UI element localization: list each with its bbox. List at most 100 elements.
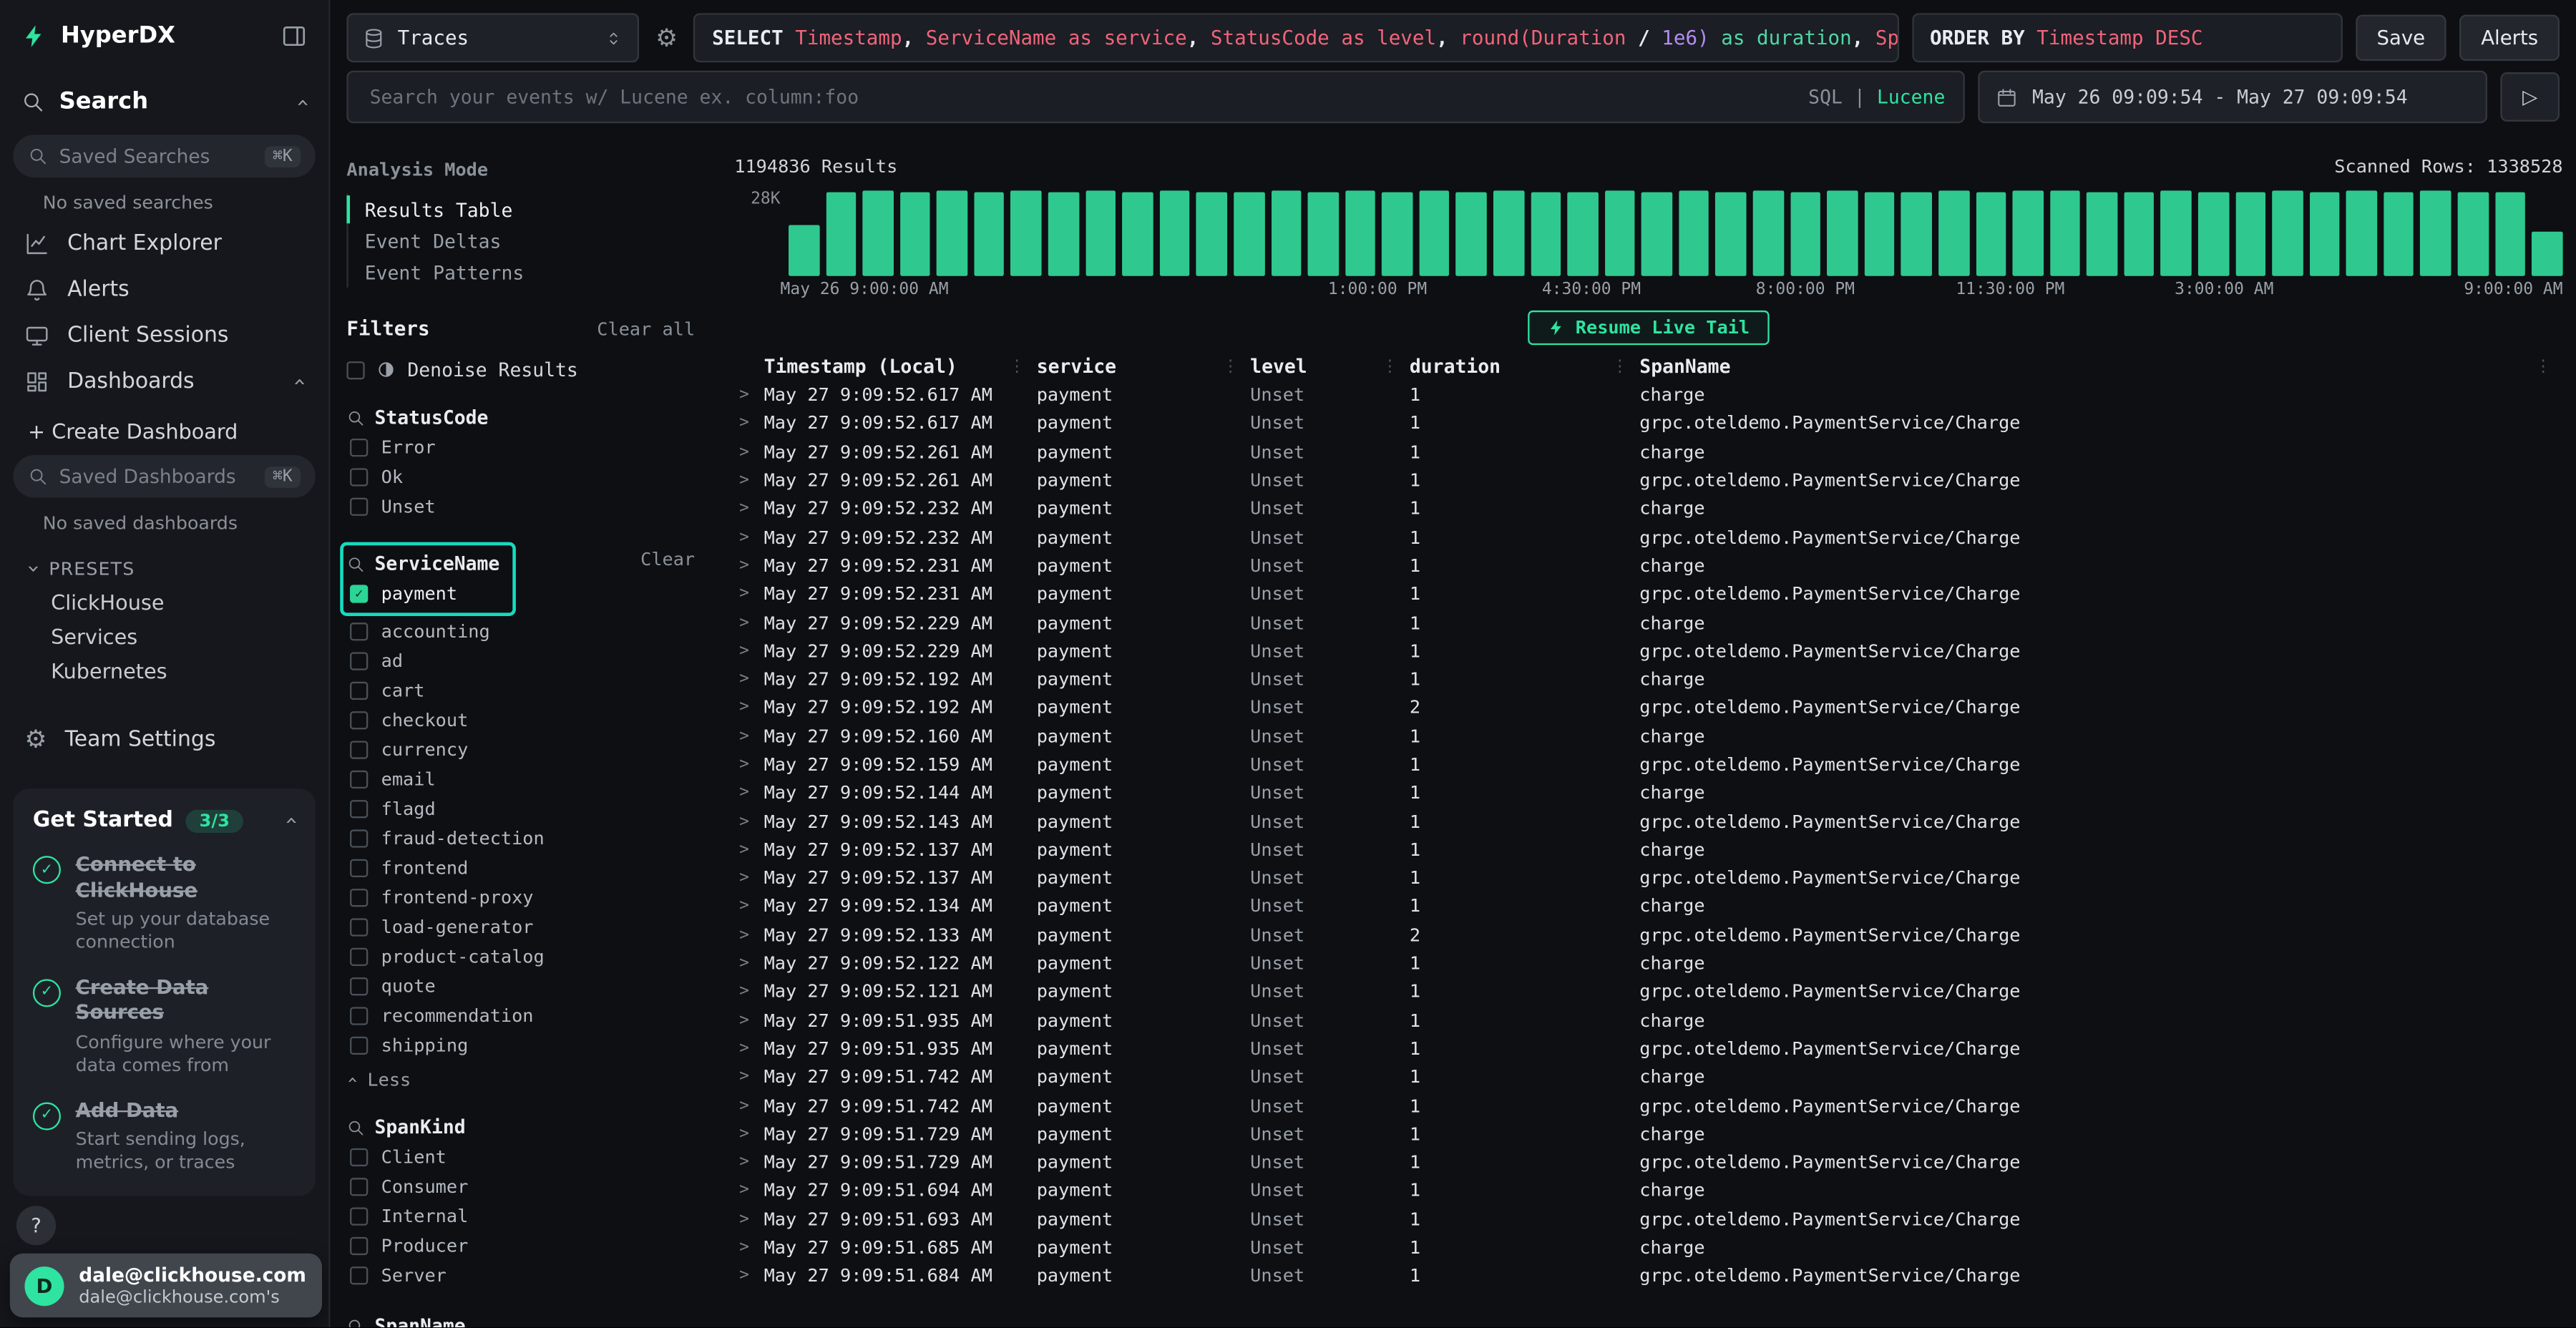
histogram-bar[interactable] xyxy=(2346,191,2377,276)
table-row[interactable]: >May 27 9:09:51.742 AMpaymentUnset1charg… xyxy=(734,1063,2562,1092)
table-row[interactable]: >May 27 9:09:52.231 AMpaymentUnset1grpc.… xyxy=(734,580,2562,609)
collapse-sidebar-icon[interactable] xyxy=(281,23,308,49)
histogram-bar[interactable] xyxy=(1011,191,1042,276)
table-row[interactable]: >May 27 9:09:51.685 AMpaymentUnset1charg… xyxy=(734,1234,2562,1262)
row-expander-icon[interactable]: > xyxy=(734,1153,763,1171)
table-row[interactable]: >May 27 9:09:52.134 AMpaymentUnset1charg… xyxy=(734,892,2562,921)
row-expander-icon[interactable]: > xyxy=(734,784,763,802)
histogram-bar[interactable] xyxy=(826,192,857,276)
histogram-bar[interactable] xyxy=(1568,192,1599,275)
sidebar-item-dashboards[interactable]: Dashboards› xyxy=(0,358,328,404)
row-expander-icon[interactable]: > xyxy=(734,1211,763,1229)
table-row[interactable]: >May 27 9:09:52.192 AMpaymentUnset2grpc.… xyxy=(734,693,2562,722)
saved-dashboards-input[interactable]: Saved Dashboards ⌘K xyxy=(13,455,315,498)
histogram-bar[interactable] xyxy=(2384,192,2414,275)
histogram-bar[interactable] xyxy=(1938,191,1969,276)
table-row[interactable]: >May 27 9:09:51.729 AMpaymentUnset1charg… xyxy=(734,1120,2562,1148)
histogram-bar[interactable] xyxy=(2013,191,2044,276)
histogram-bar[interactable] xyxy=(789,225,819,275)
histogram-bar[interactable] xyxy=(1827,190,1858,275)
row-expander-icon[interactable]: > xyxy=(734,585,763,603)
search-input[interactable] xyxy=(366,84,1795,110)
row-expander-icon[interactable]: > xyxy=(734,1012,763,1030)
date-range-picker[interactable]: May 26 09:09:54 - May 27 09:09:54 xyxy=(1978,71,2487,123)
table-row[interactable]: >May 27 9:09:52.229 AMpaymentUnset1charg… xyxy=(734,608,2562,637)
histogram-bar[interactable] xyxy=(1604,190,1635,275)
column-header-timestamp-local-[interactable]: Timestamp (Local)⋮ xyxy=(764,351,1037,381)
facet-option-email[interactable]: email xyxy=(346,764,708,794)
histogram-bar[interactable] xyxy=(1123,192,1153,276)
table-row[interactable]: >May 27 9:09:51.935 AMpaymentUnset1charg… xyxy=(734,1006,2562,1035)
column-menu-icon[interactable]: ⋮ xyxy=(2535,357,2563,375)
analysis-mode-event-patterns[interactable]: Event Patterns xyxy=(348,256,708,288)
histogram-bar[interactable] xyxy=(2273,190,2303,275)
sidebar-item-alerts[interactable]: Alerts xyxy=(0,266,328,312)
select-clause-input[interactable]: SELECT Timestamp, ServiceName as service… xyxy=(694,13,1898,62)
row-expander-icon[interactable]: > xyxy=(734,727,763,745)
row-expander-icon[interactable]: > xyxy=(734,954,763,972)
column-header-duration[interactable]: duration⋮ xyxy=(1410,351,1639,381)
histogram-bar[interactable] xyxy=(863,191,894,276)
facet-option-quote[interactable]: quote xyxy=(346,971,708,1000)
table-row[interactable]: >May 27 9:09:52.232 AMpaymentUnset1grpc.… xyxy=(734,523,2562,552)
facet-option-load-generator[interactable]: load-generator xyxy=(346,912,708,941)
source-settings-gear-icon[interactable]: ⚙ xyxy=(652,26,680,50)
column-header-service[interactable]: service⋮ xyxy=(1037,351,1250,381)
sidebar-item-chart-explorer[interactable]: Chart Explorer xyxy=(0,220,328,266)
histogram-bar[interactable] xyxy=(1419,191,1450,276)
facet-option-product-catalog[interactable]: product-catalog xyxy=(346,942,708,971)
get-started-item-add-data[interactable]: ✓Add DataStart sending logs, metrics, or… xyxy=(33,1098,296,1176)
saved-searches-input[interactable]: Saved Searches ⌘K xyxy=(13,135,315,177)
row-expander-icon[interactable]: > xyxy=(734,1097,763,1115)
row-expander-icon[interactable]: > xyxy=(734,415,763,433)
histogram-bar[interactable] xyxy=(1864,192,1895,275)
row-expander-icon[interactable]: > xyxy=(734,1267,763,1285)
row-expander-icon[interactable]: > xyxy=(734,898,763,916)
table-row[interactable]: >May 27 9:09:52.160 AMpaymentUnset1charg… xyxy=(734,722,2562,751)
row-expander-icon[interactable]: > xyxy=(734,869,763,887)
denoise-results-checkbox[interactable]: Denoise Results xyxy=(346,358,708,381)
table-row[interactable]: >May 27 9:09:52.133 AMpaymentUnset2grpc.… xyxy=(734,921,2562,949)
row-expander-icon[interactable]: > xyxy=(734,642,763,660)
sidebar-item-team-settings[interactable]: ⚙ Team Settings xyxy=(0,711,328,768)
row-expander-icon[interactable]: > xyxy=(734,841,763,859)
facet-option-ok[interactable]: Ok xyxy=(346,462,708,491)
column-header-level[interactable]: level⋮ xyxy=(1250,351,1410,381)
row-expander-icon[interactable]: > xyxy=(734,1040,763,1058)
facet-option-producer[interactable]: Producer xyxy=(346,1231,708,1260)
row-expander-icon[interactable]: > xyxy=(734,614,763,632)
histogram-bar[interactable] xyxy=(1716,192,1747,276)
column-menu-icon[interactable]: ⋮ xyxy=(1611,357,1639,375)
clear-all-filters-link[interactable]: Clear all xyxy=(597,318,708,339)
row-expander-icon[interactable]: > xyxy=(734,756,763,773)
table-row[interactable]: >May 27 9:09:52.137 AMpaymentUnset1grpc.… xyxy=(734,864,2562,893)
facet-option-payment[interactable]: ✓payment xyxy=(346,578,499,607)
row-expander-icon[interactable]: > xyxy=(734,699,763,717)
histogram-bar[interactable] xyxy=(1048,192,1079,275)
histogram-bar[interactable] xyxy=(1641,192,1672,276)
column-menu-icon[interactable]: ⋮ xyxy=(1382,357,1410,375)
table-row[interactable]: >May 27 9:09:52.122 AMpaymentUnset1charg… xyxy=(734,949,2562,978)
facet-option-fraud-detection[interactable]: fraud-detection xyxy=(346,823,708,852)
histogram-bar[interactable] xyxy=(1531,192,1561,276)
histogram-bar[interactable] xyxy=(2049,190,2080,275)
facet-option-consumer[interactable]: Consumer xyxy=(346,1171,708,1201)
alerts-button[interactable]: Alerts xyxy=(2459,15,2560,61)
facet-option-unset[interactable]: Unset xyxy=(346,491,708,520)
show-less-link[interactable]: ›Less xyxy=(346,1070,708,1091)
histogram-bar[interactable] xyxy=(1976,192,2006,276)
histogram-bar[interactable] xyxy=(1382,192,1413,276)
column-menu-icon[interactable]: ⋮ xyxy=(1222,357,1250,375)
histogram-bar[interactable] xyxy=(2124,192,2155,275)
facet-option-cart[interactable]: cart xyxy=(346,675,708,705)
facet-header-servicename[interactable]: ServiceName xyxy=(346,549,499,578)
table-row[interactable]: >May 27 9:09:51.684 AMpaymentUnset1grpc.… xyxy=(734,1262,2562,1291)
lucene-mode-toggle[interactable]: Lucene xyxy=(1877,85,1945,108)
column-menu-icon[interactable]: ⋮ xyxy=(1009,357,1037,375)
table-row[interactable]: >May 27 9:09:52.121 AMpaymentUnset1grpc.… xyxy=(734,978,2562,1007)
help-button[interactable]: ? xyxy=(16,1206,56,1245)
table-row[interactable]: >May 27 9:09:52.229 AMpaymentUnset1grpc.… xyxy=(734,637,2562,665)
sidebar-section-search[interactable]: Search › xyxy=(0,77,328,127)
preset-services[interactable]: Services xyxy=(0,620,328,654)
histogram-bar[interactable] xyxy=(1679,191,1709,276)
